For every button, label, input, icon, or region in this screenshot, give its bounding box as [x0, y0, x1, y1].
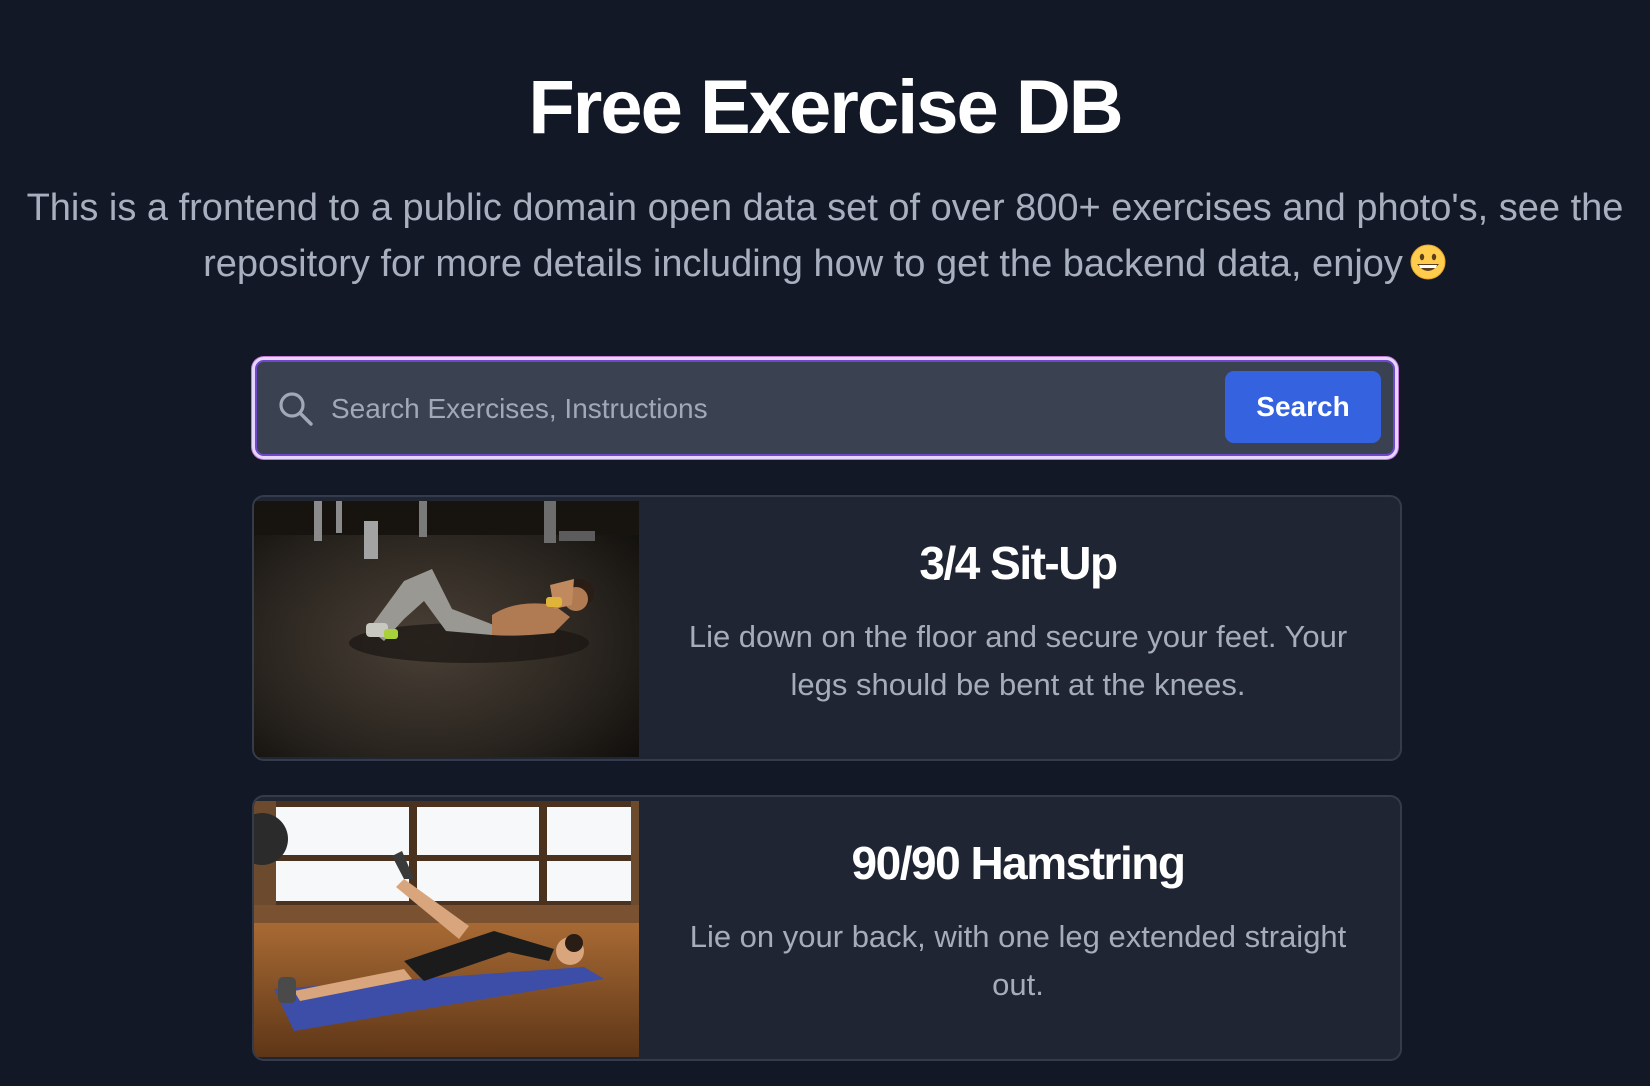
grinning-face-emoji-icon	[1410, 244, 1446, 280]
exercise-title[interactable]: 90/90 Hamstring	[662, 835, 1374, 891]
exercise-description: Lie down on the floor and secure your fe…	[688, 619, 1348, 702]
exercise-card-body: 90/90 Hamstring Lie on your back, with o…	[662, 797, 1374, 1059]
search-icon	[279, 392, 313, 426]
search-input[interactable]	[331, 380, 1161, 438]
hamstring-stretch-photo	[254, 801, 639, 1057]
exercise-description: Lie on your back, with one leg extended …	[689, 919, 1347, 1002]
exercise-title[interactable]: 3/4 Sit-Up	[662, 535, 1374, 591]
exercise-card[interactable]: 3/4 Sit-Up Lie down on the floor and sec…	[252, 495, 1402, 761]
exercise-card-body: 3/4 Sit-Up Lie down on the floor and sec…	[662, 497, 1374, 759]
page-title: Free Exercise DB	[528, 65, 1123, 150]
page-subtitle: This is a frontend to a public domain op…	[20, 180, 1630, 292]
situp-photo	[254, 501, 639, 757]
search-button[interactable]: Search	[1225, 371, 1381, 443]
subtitle-text: This is a frontend to a public domain op…	[26, 187, 1624, 285]
page: Free Exercise DB This is a frontend to a…	[0, 0, 1650, 1086]
search-bar: Search	[252, 357, 1398, 459]
exercise-card[interactable]: 90/90 Hamstring Lie on your back, with o…	[252, 795, 1402, 1061]
